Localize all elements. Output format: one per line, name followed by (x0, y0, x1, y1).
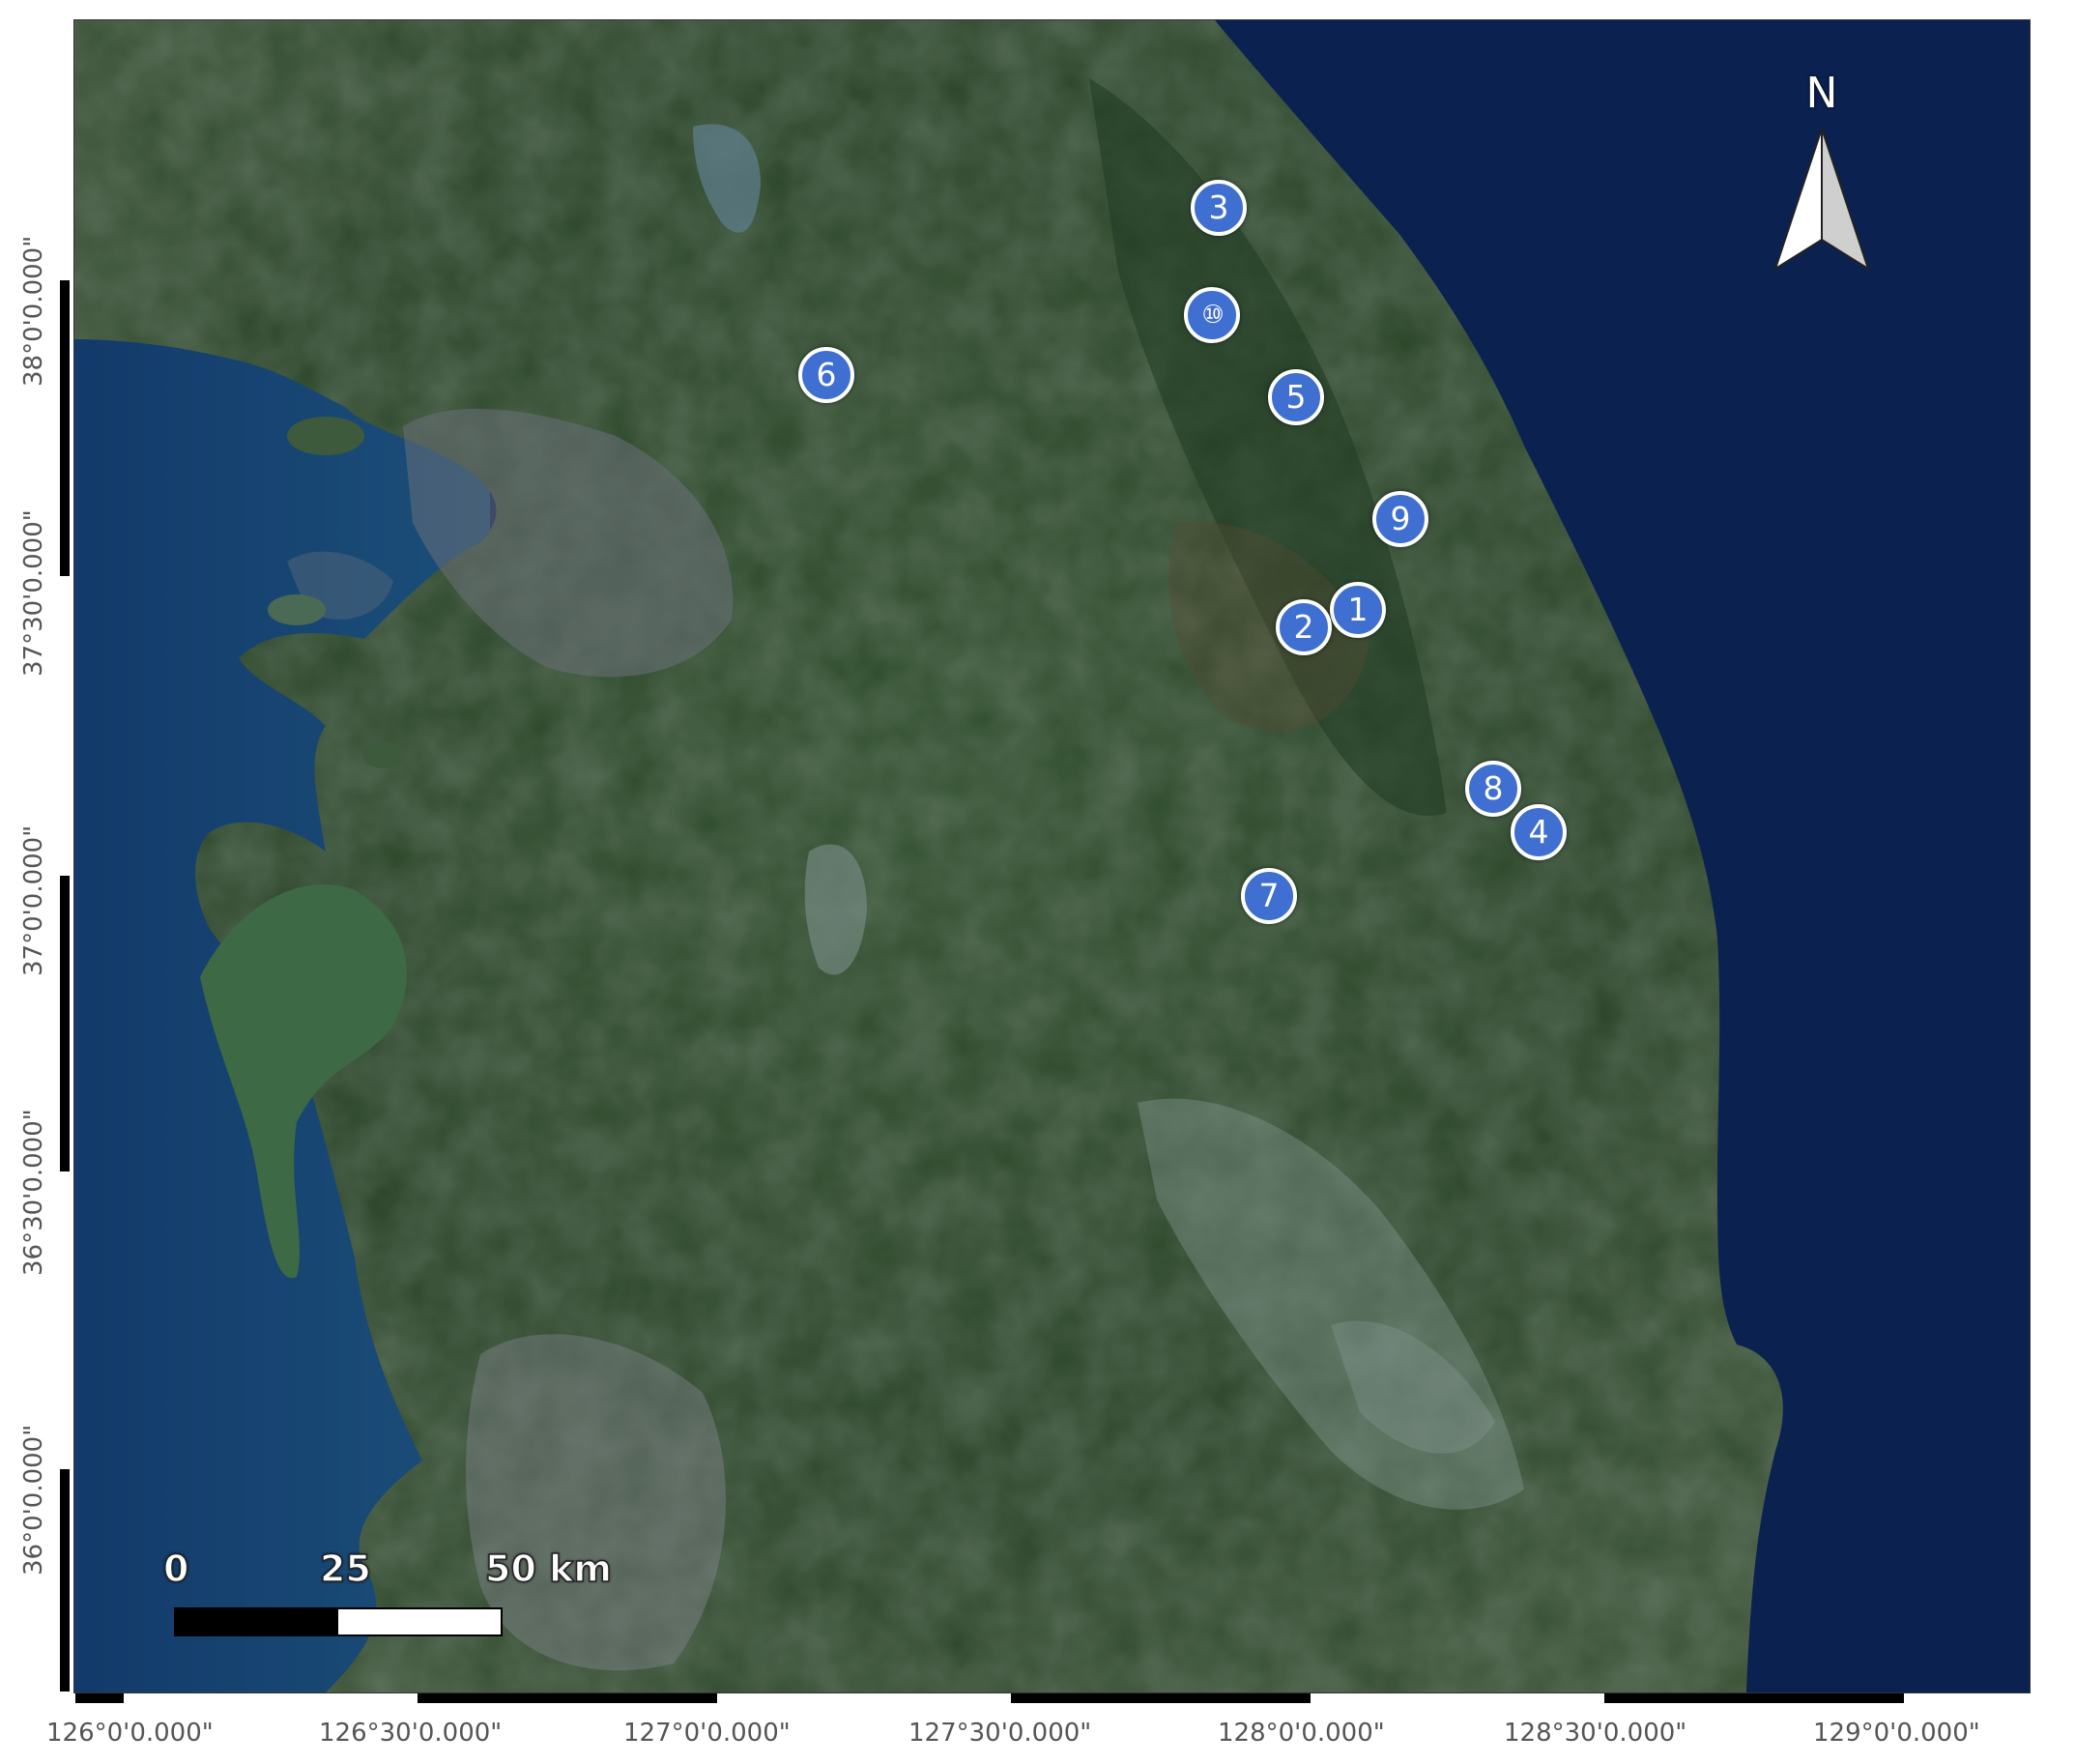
scale-bar: 0 25 50 km (113, 1547, 613, 1663)
bottom-tick-3 (1011, 1693, 1311, 1703)
latitude-label-36: 36°0'0.000" (19, 1424, 48, 1576)
left-tick-2 (60, 876, 70, 1171)
site-marker-8[interactable]: 8 (1465, 761, 1521, 817)
scale-label-50: 50 km (484, 1547, 612, 1591)
latitude-label-38: 38°0'0.000" (19, 235, 48, 387)
bottom-tick-4 (1604, 1693, 1904, 1703)
north-arrow: N (1754, 69, 1889, 310)
longitude-label-128-30: 128°30'0.000" (1504, 1719, 1687, 1748)
latitude-label-37-30: 37°30'0.000" (19, 509, 48, 677)
scale-label-0: 0 (162, 1547, 189, 1591)
north-label: N (1805, 69, 1838, 118)
longitude-label-126: 126°0'0.000" (46, 1719, 214, 1748)
site-marker-1[interactable]: 1 (1330, 582, 1386, 638)
site-marker-6[interactable]: 6 (798, 347, 854, 403)
site-marker-3[interactable]: 3 (1191, 180, 1247, 236)
longitude-label-127-30: 127°30'0.000" (908, 1719, 1092, 1748)
site-marker-7[interactable]: 7 (1241, 868, 1297, 924)
longitude-label-128: 128°0'0.000" (1218, 1719, 1385, 1748)
urban-area-south (466, 1334, 726, 1671)
site-marker-2[interactable]: 2 (1276, 599, 1332, 655)
scale-segment-white (338, 1609, 501, 1634)
satellite-imagery (74, 20, 2030, 1692)
satellite-map: 3 ⑩ 6 5 9 1 2 8 4 7 N 0 25 50 km (73, 19, 2031, 1693)
latitude-label-36-30: 36°30'0.000" (19, 1109, 48, 1276)
scale-blocks (174, 1607, 503, 1636)
scale-segment-black (176, 1609, 338, 1634)
scale-label-25: 25 (319, 1547, 371, 1591)
bottom-tick-1 (75, 1693, 124, 1703)
latitude-label-37: 37°0'0.000" (19, 824, 48, 976)
left-tick-3 (60, 1469, 70, 1692)
site-marker-10[interactable]: ⑩ (1184, 287, 1240, 343)
bottom-tick-2 (418, 1693, 717, 1703)
longitude-label-129: 129°0'0.000" (1813, 1719, 1980, 1748)
site-marker-4[interactable]: 4 (1511, 804, 1567, 860)
site-marker-9[interactable]: 9 (1372, 491, 1428, 547)
left-tick-1 (60, 280, 70, 576)
site-marker-5[interactable]: 5 (1268, 369, 1324, 425)
longitude-label-126-30: 126°30'0.000" (319, 1719, 503, 1748)
north-arrow-icon (1773, 129, 1870, 272)
longitude-label-127: 127°0'0.000" (623, 1719, 791, 1748)
